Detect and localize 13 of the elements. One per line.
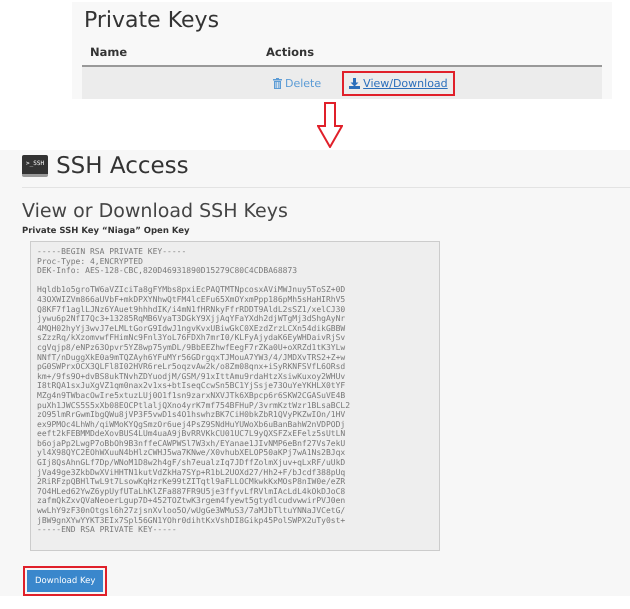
trash-icon (273, 78, 282, 88)
page-title: SSH Access (56, 153, 189, 179)
download-key-button[interactable]: Download Key (23, 566, 108, 596)
delete-link[interactable]: Delete (266, 70, 328, 96)
section-title: Private Keys (84, 8, 220, 33)
view-download-link[interactable]: View/Download (342, 70, 455, 96)
column-header: Actions (266, 45, 314, 59)
field-label: Private SSH Key “Niaga” Open Key (22, 226, 191, 236)
section-heading: View or Download SSH Keys (22, 200, 289, 222)
download-icon (349, 78, 360, 88)
down-arrow-icon (317, 102, 343, 148)
column-header: Name (89, 45, 128, 59)
key-text-area[interactable]: -----BEGIN RSA PRIVATE KEY----- Proc-Type: 4,ENCRYPTED DEK-Info: AES-128-CBC,820D46931890D15279C80C4CDBA68873 Hqldb1o5groTW6aVZIciTa8gFYMbs8pxiEcPAQTMTNpcosxAViMWJnuy5ToSZ+0D 43OXWIZVm866aUVbF+mkDPXYNhwQtFM4lcEFu65XmOYxmPpp186pMh5sHaHIRhV5 Q8KF7f1aglLJNz6YAuet9hhhdIK/i4mN1fHRNkyFfrRDDT9AldL2sSZ1/xelCJ30 jywu6p2NfI7Qc3+13285RqMB6VyaT3DGkY9XjjAqYFaYXdh2djWTgMj3dShgAyNr 4MQH02hyYj3wvJ7eLMLtGorG9IdwJ1ngvKvxUBiwGkC0XEzdZrzLCXn54dikGBBW sZzzRq/kXzomvwfFHimNc9Fnl3YoL76FDXh7mrI0/KLFyAjydaK6EyWHDaivRjSv cgVqjp8/eNPz63Opvr5YZ8wp75ymDL/9BbEEZhwfEegF7rZKa0U+oXRZd1tK3YLw NNfT/nDuggXkE0a9mTQZAyh6YFuMYr56GDrgqxTJMouA7YW3/4/JMDXvTRS2+Z+w pG0SWPrxOCX3QLFl8I02HVR6reLr5oqzvAw2k/o8Zm08qnx+iSyRKNFSVfL6ORsd km+/9fs9O+dvBS8ukTNvhZDYuodjM/GSM/91xIttAmu9rdaHtzXsiwKuxoy2WHUv I8tRQA1sxJuXgVZ1qm0nax2v1xs+btIseqCcwSn5BC1YjSsje73OuYeYKHLX0tYF MZg4n9TWbacOwIre5xtuzLUj0O1f1sn9zarxNXVJTk6XBpcp6r6SKW2CGASuVE4B puXh1JWCS5S5xXb08EOCPtlaljQXno4yrK7mf754BFHuP/3vrmKztWzr1BLsaBCL2 zO95lmRrGwmIbgQWu8jVP3F5vwD1s4O1hswhzBK7CiH0bkZbR1QVyPKZwIOn/1HV ex9PMOc4LhWh/qiWMoKYQgSmzOr6uej4PsZ9SNdHuYUWoXb6uBanBahW2nVDPODj eeft2kFEBMMDdeXovBUS4LUm4uaA9jBvRRVKkCU01UC7L9yQXSFZxEFelz5sUtLN b6ojaPp2LwgP7oBbOh9B3nffeCAWPWSl7W3xh/EYanae1JIvNMP6eBnf27Vs7ekU yl4X98QYC2EOhWXuuN4bHlzCWHJ5wa7KNwe/X0vhubXELOP50aKPj7wA1Ns2BJqx GIj8QsAhnGLf7Dp/WNoM1D8w2h4gF/sh7eualzIq7JDffZolmXjuv+qLxRF/uUkD jVa49ge3ZkbDwXViHHTN1kutVdZkHa7SYp+R1bL2UOXd27/Hh2+F/bJcdf388pUq 2RiRFzpQBHlTwL9t7LsowKqHzrKe99tZITqtl9aFLLOCMkwkKxMOsP8nIW0e/eZR 7O4HLed62YwZ6ypUyfUTaLhKlZFa887FR9U5je3ffyvLfRVlmIAcLdL4kOkDJoC8 zafmQkZxvQVaNeoerLgup7D+452TOZtwK3rgem4fyewt5gtydlcudvwwirPVJ0en wwLhY9zF30nOtgsl6h27zjsnXvloo5O/wUgGe3WMuS3/7aMJbTltuYNNaJVCetG/ jBW9gnXYwYYKT3EIx7Spl56GN1YOhr0dihtKxVshDI8Gikp45PolSWPX2uTy0st+ -----END RSA PRIVATE KEY----- (30, 241, 440, 551)
